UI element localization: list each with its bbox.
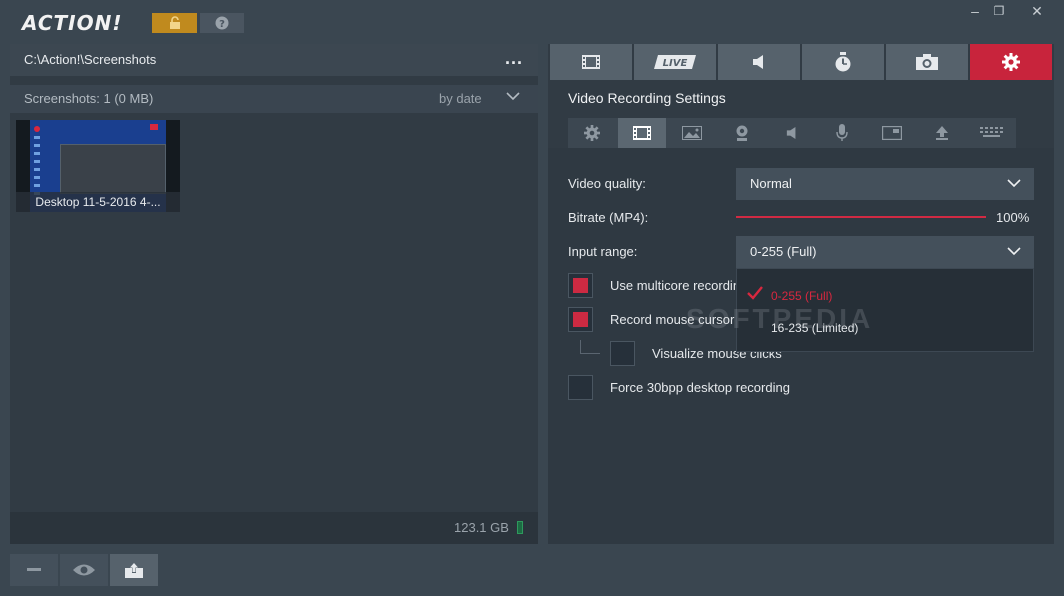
bitrate-slider-fill [736, 216, 986, 218]
minimize-button[interactable]: – [966, 2, 984, 20]
chevron-down-icon[interactable] [505, 88, 521, 109]
keyboard-icon [980, 127, 1003, 137]
tab-settings[interactable] [970, 44, 1052, 80]
tab-screenshot[interactable] [886, 44, 968, 80]
tab-benchmark[interactable] [802, 44, 884, 80]
svg-text:?: ? [219, 19, 225, 30]
restore-button[interactable]: ❐ [990, 2, 1008, 20]
folder-path: C:\Action!\Screenshots [24, 52, 157, 67]
live-label: LIVE [663, 58, 688, 69]
subtab-overlay[interactable] [868, 118, 916, 148]
subtab-microphone[interactable] [818, 118, 866, 148]
help-button[interactable]: ? [200, 13, 244, 33]
gear-icon [1002, 53, 1020, 71]
record-cursor-checkbox[interactable] [568, 307, 593, 332]
video-quality-select[interactable]: Normal [736, 168, 1034, 200]
upload-icon [125, 562, 143, 578]
more-options-button[interactable]: ... [505, 48, 523, 69]
subtab-webcam[interactable] [718, 118, 766, 148]
screenshot-thumbnail[interactable]: Desktop 11-5-2016 4-... [16, 120, 180, 212]
chevron-down-icon [1006, 175, 1022, 194]
lock-button[interactable] [152, 13, 197, 33]
path-bar: C:\Action!\Screenshots ... [10, 44, 538, 76]
upload-arrow-icon [936, 126, 948, 140]
subtab-upload[interactable] [918, 118, 966, 148]
checkmark-icon [747, 286, 763, 303]
battery-icon [517, 521, 523, 534]
stopwatch-icon [835, 52, 851, 72]
export-button[interactable] [110, 554, 158, 586]
window-icon [882, 126, 902, 140]
microphone-icon [836, 124, 848, 141]
settings-subtabs [568, 118, 1016, 148]
subtab-video[interactable] [618, 118, 666, 148]
dropdown-option-full[interactable]: 0-255 (Full) [771, 289, 832, 303]
thumbnail-caption: Desktop 11-5-2016 4-... [16, 192, 180, 212]
tab-live[interactable]: LIVE [634, 44, 716, 80]
speaker-icon [786, 127, 796, 139]
checkbox-fill [573, 278, 588, 293]
image-icon [682, 126, 702, 140]
disk-status-bar: 123.1 GB [10, 512, 538, 544]
question-icon: ? [215, 16, 229, 30]
live-icon: LIVE [654, 55, 696, 69]
input-range-value: 0-255 (Full) [750, 244, 817, 259]
disk-free-space: 123.1 GB [454, 520, 509, 535]
close-button[interactable]: ✕ [1028, 2, 1046, 20]
tab-audio[interactable] [718, 44, 800, 80]
subtab-general[interactable] [568, 118, 616, 148]
tab-video[interactable] [550, 44, 632, 80]
webcam-icon [736, 125, 748, 141]
chevron-down-icon [1006, 243, 1022, 262]
app-logo: ACTION! [22, 11, 123, 35]
input-range-label: Input range: [568, 244, 638, 259]
subtab-image[interactable] [668, 118, 716, 148]
camera-icon [916, 54, 938, 70]
section-title: Video Recording Settings [568, 90, 726, 106]
input-range-select[interactable]: 0-255 (Full) [736, 236, 1034, 268]
force-30bpp-checkbox[interactable] [568, 375, 593, 400]
minus-icon [27, 568, 41, 571]
film-icon [582, 55, 600, 69]
video-quality-value: Normal [750, 176, 792, 191]
film-icon [633, 126, 651, 140]
view-button[interactable] [60, 554, 108, 586]
screenshots-panel: C:\Action!\Screenshots ... Screenshots: … [10, 44, 538, 544]
multicore-label: Use multicore recording [610, 278, 748, 293]
padlock-icon [169, 16, 180, 29]
speaker-icon [753, 55, 763, 69]
watermark: SOFTPEDIA [686, 303, 874, 334]
eye-icon [73, 564, 95, 576]
force-30bpp-label: Force 30bpp desktop recording [610, 380, 790, 395]
subtab-hotkeys[interactable] [968, 118, 1016, 148]
bitrate-value: 100% [996, 210, 1030, 225]
bitrate-label: Bitrate (MP4): [568, 210, 649, 225]
screenshots-count: Screenshots: 1 (0 MB) [24, 91, 154, 106]
tree-connector [580, 340, 600, 354]
sort-label[interactable]: by date [439, 91, 482, 106]
visualize-clicks-checkbox[interactable] [610, 341, 635, 366]
multicore-checkbox[interactable] [568, 273, 593, 298]
checkbox-fill [573, 312, 588, 327]
gear-icon [584, 125, 600, 141]
remove-button[interactable] [10, 554, 58, 586]
screenshots-header: Screenshots: 1 (0 MB) by date [10, 85, 538, 113]
subtab-audio[interactable] [768, 118, 816, 148]
bitrate-slider[interactable] [736, 216, 986, 218]
video-quality-label: Video quality: [568, 176, 646, 191]
